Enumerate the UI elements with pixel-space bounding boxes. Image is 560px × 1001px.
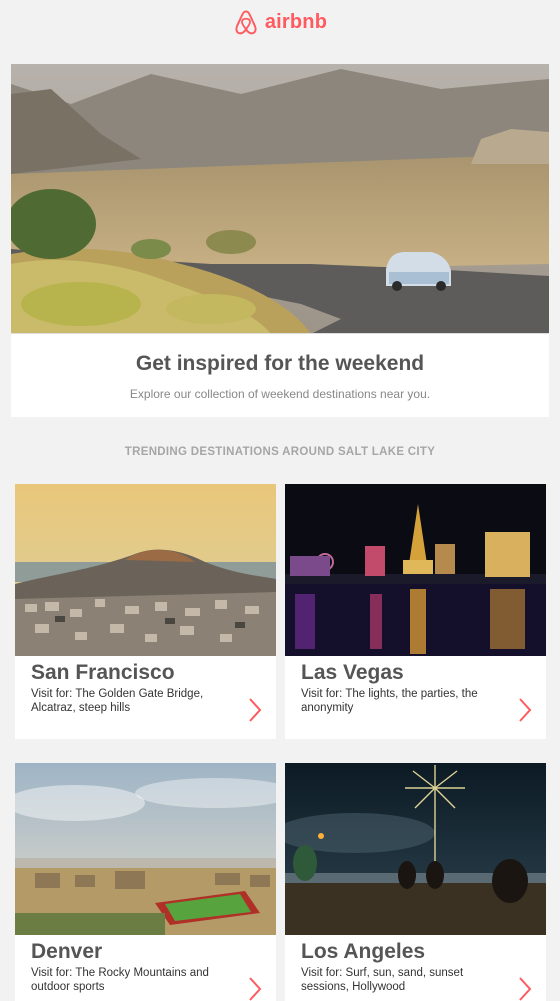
destination-name: Los Angeles <box>301 940 426 963</box>
destination-image[interactable] <box>15 763 276 935</box>
chevron-right-icon[interactable] <box>517 975 533 1001</box>
chevron-right-icon[interactable] <box>247 975 263 1001</box>
hero-subtitle: Explore our collection of weekend destin… <box>129 387 431 401</box>
destination-card-las-vegas[interactable]: Las Vegas Visit for: The lights, the par… <box>285 484 546 739</box>
destination-card-denver[interactable]: Denver Visit for: The Rocky Mountains an… <box>15 763 276 1001</box>
section-heading: TRENDING DESTINATIONS AROUND SALT LAKE C… <box>124 446 436 458</box>
destination-description: Visit for: The Rocky Mountains and outdo… <box>31 967 209 993</box>
destination-description: Visit for: The Golden Gate Bridge, Alcat… <box>31 688 204 714</box>
airbnb-logo-icon[interactable] <box>233 8 259 36</box>
logo-text[interactable]: airbnb <box>265 11 327 34</box>
header: airbnb <box>0 0 560 44</box>
destination-description: Visit for: Surf, sun, sand, sunset sessi… <box>301 967 464 993</box>
chevron-right-icon[interactable] <box>517 696 533 724</box>
destination-description: Visit for: The lights, the parties, the … <box>301 688 478 714</box>
destination-image[interactable] <box>285 484 546 656</box>
destination-image[interactable] <box>285 763 546 935</box>
hero-image[interactable] <box>11 64 549 334</box>
destination-card-los-angeles[interactable]: Los Angeles Visit for: Surf, sun, sand, … <box>285 763 546 1001</box>
destination-name: Denver <box>31 940 103 963</box>
hero-card[interactable]: Get inspired for the weekend Explore our… <box>11 64 549 417</box>
hero-title: Get inspired for the weekend <box>135 352 425 375</box>
destination-card-san-francisco[interactable]: San Francisco Visit for: The Golden Gate… <box>15 484 276 739</box>
destination-image[interactable] <box>15 484 276 656</box>
destination-name: Las Vegas <box>301 661 404 684</box>
destination-name: San Francisco <box>31 661 175 684</box>
chevron-right-icon[interactable] <box>247 696 263 724</box>
